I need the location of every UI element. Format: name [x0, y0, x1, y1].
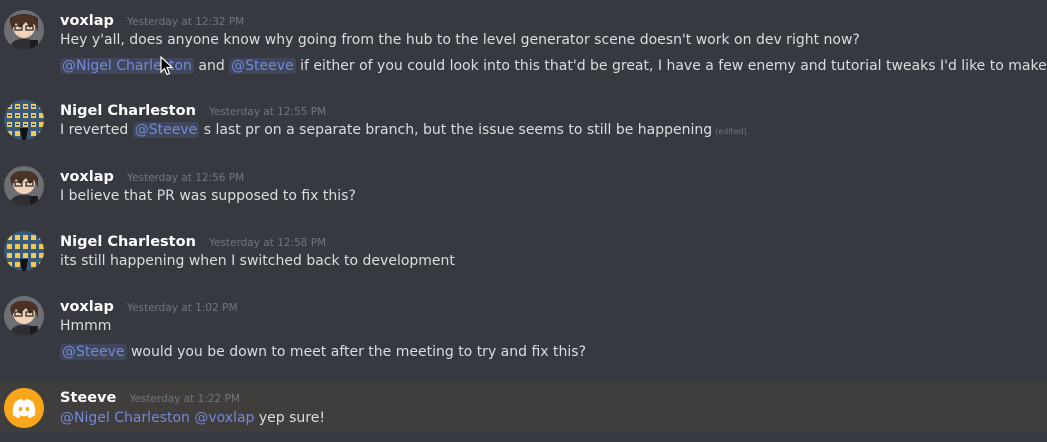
message-header: Nigel Charleston Yesterday at 12:58 PM	[60, 231, 326, 251]
message-text: @Nigel Charleston @voxlap yep sure!	[60, 410, 325, 426]
edited-label: (edited)	[715, 127, 747, 136]
timestamp: Yesterday at 12:58 PM	[208, 237, 327, 249]
voxlap-avatar-icon[interactable]	[4, 166, 44, 206]
message-content: s last pr on a separate branch, but the …	[199, 122, 713, 138]
timestamp: Yesterday at 12:32 PM	[127, 16, 245, 28]
mention-steeve[interactable]: @Steeve	[60, 344, 127, 360]
mention-steeve[interactable]: @Steeve	[132, 122, 200, 138]
message-group: Nigel Charleston Yesterday at 12:55 PM I…	[0, 100, 1047, 145]
chat-messages: voxlap Yesterday at 12:32 PM Hey y'all, …	[0, 0, 1047, 442]
mouse-pointer-icon	[160, 55, 174, 76]
message-group: voxlap Yesterday at 12:32 PM Hey y'all, …	[0, 10, 1047, 80]
message-header: Steeve Yesterday at 1:22 PM	[60, 387, 240, 407]
voxlap-avatar-icon[interactable]	[4, 10, 44, 50]
message-content: and	[193, 58, 230, 74]
mention-steeve[interactable]: @Steeve	[229, 58, 296, 74]
message-content: I believe that PR was supposed to fix th…	[60, 188, 356, 204]
message-text: Hmmm	[60, 318, 111, 334]
message-content: Hmmm	[60, 318, 112, 334]
timestamp: Yesterday at 1:02 PM	[127, 302, 238, 314]
message-text: Hey y'all, does anyone know why going fr…	[60, 32, 860, 48]
message-header: Nigel Charleston Yesterday at 12:55 PM	[60, 100, 326, 120]
message-text: its still happening when I switched back…	[60, 253, 455, 269]
message-content: Hey y'all, does anyone know why going fr…	[60, 32, 860, 48]
username[interactable]: voxlap	[60, 169, 114, 185]
message-content: yep sure!	[254, 410, 325, 426]
username[interactable]: Steeve	[60, 390, 116, 406]
username[interactable]: Nigel Charleston	[60, 234, 196, 250]
discord-logo-icon[interactable]	[4, 388, 44, 428]
timestamp: Yesterday at 1:22 PM	[129, 393, 240, 405]
message-group-highlighted: Steeve Yesterday at 1:22 PM @Nigel Charl…	[0, 382, 1047, 432]
username[interactable]: voxlap	[60, 13, 114, 29]
message-group: Nigel Charleston Yesterday at 12:58 PM i…	[0, 231, 1047, 276]
message-text: @Steeve would you be down to meet after …	[60, 344, 586, 360]
message-content: would you be down to meet after the meet…	[126, 344, 586, 360]
nigel-avatar-icon[interactable]	[4, 100, 44, 140]
message-text: I reverted @Steeve s last pr on a separa…	[60, 122, 747, 138]
message-group: voxlap Yesterday at 1:02 PM Hmmm @Steeve…	[0, 296, 1047, 368]
timestamp: Yesterday at 12:55 PM	[208, 106, 327, 118]
message-header: voxlap Yesterday at 12:56 PM	[60, 166, 244, 186]
message-header: voxlap Yesterday at 1:02 PM	[60, 296, 238, 316]
message-content: its still happening when I switched back…	[60, 253, 455, 269]
message-header: voxlap Yesterday at 12:32 PM	[60, 10, 244, 30]
message-text: I believe that PR was supposed to fix th…	[60, 188, 356, 204]
timestamp: Yesterday at 12:56 PM	[127, 172, 245, 184]
message-content: if either of you could look into this th…	[295, 58, 1047, 74]
message-content: I reverted	[60, 122, 133, 138]
username[interactable]: voxlap	[60, 299, 114, 315]
mention-voxlap[interactable]: @voxlap	[194, 410, 254, 426]
voxlap-avatar-icon[interactable]	[4, 296, 44, 336]
username[interactable]: Nigel Charleston	[60, 103, 196, 119]
nigel-avatar-icon[interactable]	[4, 231, 44, 271]
message-group: voxlap Yesterday at 12:56 PM I believe t…	[0, 166, 1047, 211]
message-text: @Nigel Charleston and @Steeve if either …	[60, 58, 1047, 74]
mention-nigel[interactable]: @Nigel Charleston	[60, 410, 190, 426]
